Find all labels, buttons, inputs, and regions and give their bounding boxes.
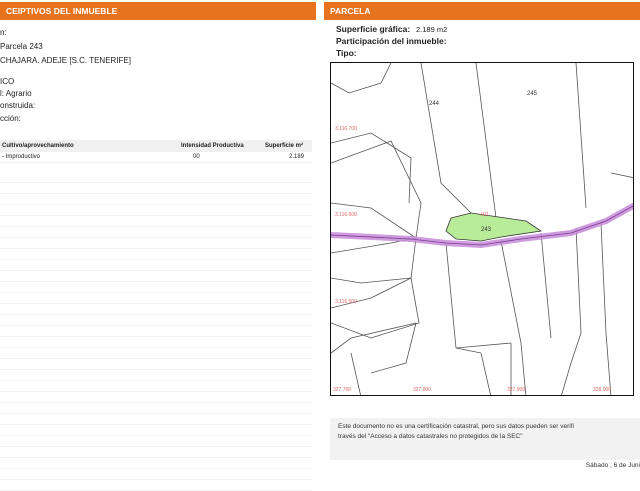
disclaimer-note: Este documento no es una certificación c… xyxy=(330,418,640,460)
field-built: onstruida: xyxy=(0,101,36,110)
right-panel-header: PARCELA xyxy=(324,2,640,20)
map-svg: 244 245 243 011 3.116.700 3.116.600 3.11… xyxy=(331,63,633,395)
field-location: CHAJARA. ADEJE [S.C. TENERIFE] xyxy=(0,56,131,65)
print-date: Sábado , 6 de Juni xyxy=(585,462,640,469)
table-cell-intensidad: 00 xyxy=(179,152,263,163)
table-cell-superficie: 2.189 xyxy=(263,152,312,163)
table-cell-cultivo: - Improductivo xyxy=(0,152,179,163)
left-panel: CEIPTIVOS DEL INMUEBLE n: Parcela 243 CH… xyxy=(0,0,316,491)
map-coord-7: 327.700 xyxy=(333,387,351,393)
table-header-cultivo: Cultivo/aprovechamiento xyxy=(0,140,179,152)
map-coord-6: 328.000 xyxy=(593,387,611,393)
field-parcela: Parcela 243 xyxy=(0,42,43,51)
field-label-n: n: xyxy=(0,28,7,37)
empty-table-rows xyxy=(0,172,312,491)
cadastral-map[interactable]: 244 245 243 011 3.116.700 3.116.600 3.11… xyxy=(330,62,634,396)
superficie-value: 2.189 m2 xyxy=(416,25,448,34)
cultivation-table: Cultivo/aprovechamiento Intensidad Produ… xyxy=(0,140,312,163)
map-label-011: 011 xyxy=(481,212,489,218)
field-type: ICO xyxy=(0,77,15,86)
tipo-label: Tipo: xyxy=(336,48,357,58)
map-coord-2: 3.116.600 xyxy=(335,212,357,218)
field-use: l: Agrario xyxy=(0,89,32,98)
table-row: - Improductivo 00 2.189 xyxy=(0,152,312,163)
map-label-243: 243 xyxy=(481,227,492,233)
participacion-label: Participación del inmueble: xyxy=(336,36,447,46)
superficie-label: Superficie gráfica: xyxy=(336,24,411,34)
map-coord-5: 327.900 xyxy=(507,387,525,393)
table-header-superficie: Superficie m² xyxy=(263,140,312,152)
map-coord-4: 327.800 xyxy=(413,387,431,393)
map-label-245: 245 xyxy=(527,91,538,97)
map-coord-3: 3.116.500 xyxy=(335,299,357,305)
table-header-row: Cultivo/aprovechamiento Intensidad Produ… xyxy=(0,140,312,152)
field-construction: cción: xyxy=(0,114,21,123)
note-line-1: Este documento no es una certificación c… xyxy=(338,423,574,430)
table-header-intensidad: Intensidad Productiva xyxy=(179,140,263,152)
left-panel-header: CEIPTIVOS DEL INMUEBLE xyxy=(0,2,316,20)
note-line-2: través del "Acceso a datos catastrales n… xyxy=(338,433,523,440)
right-panel: PARCELA Superficie gráfica: 2.189 m2 Par… xyxy=(324,0,640,480)
map-coord-1: 3.116.700 xyxy=(335,126,357,132)
map-label-244: 244 xyxy=(429,101,440,107)
